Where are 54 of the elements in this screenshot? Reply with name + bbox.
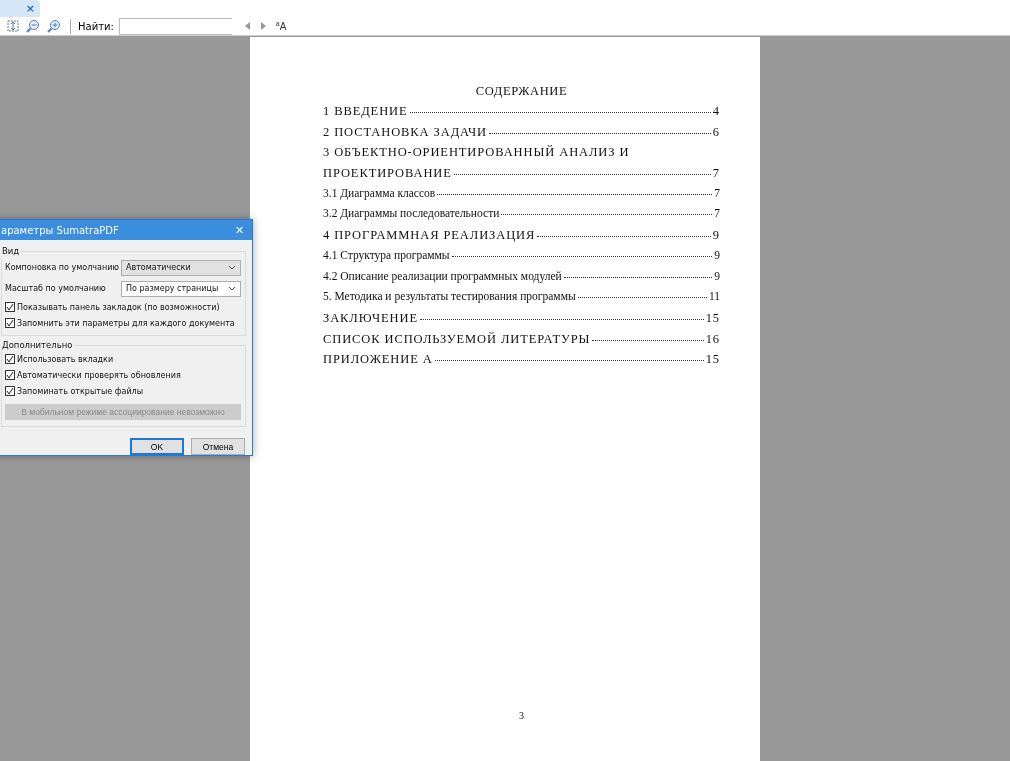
chevron-icon xyxy=(228,286,236,291)
checkbox-label: Запомнить эти параметры для каждого документа xyxy=(17,318,235,328)
toc-entry-title: ПРИЛОЖЕНИЕ А xyxy=(323,352,433,368)
chevron-icon xyxy=(228,265,236,270)
toc-page-number: 9 xyxy=(714,269,720,282)
toc-entry-title: 3.2 Диаграммы последовательности xyxy=(323,207,500,220)
toc-entry-title: 2 ПОСТАНОВКА ЗАДАЧИ xyxy=(323,124,488,140)
checkbox-label: Запоминать открытые файлы xyxy=(17,386,144,396)
checkbox-label: Использовать вкладки xyxy=(17,354,114,364)
checkbox-label: Показывать панель закладок (по возможности) xyxy=(17,302,220,312)
toc-page-number: 6 xyxy=(712,124,720,140)
group-label: Вид xyxy=(1,246,21,256)
toc-page-number: 16 xyxy=(705,331,720,347)
toc-entry-title: СПИСОК ИСПОЛЬЗУЕМОЙ ЛИТЕРАТУРЫ xyxy=(323,331,591,347)
toc-heading: СОДЕРЖАНИЕ xyxy=(474,84,569,99)
checkbox[interactable] xyxy=(5,318,15,328)
group-label: Дополнительно xyxy=(1,340,74,350)
checkbox[interactable] xyxy=(5,370,15,380)
toc-entry-title: 5. Методика и результаты тестирования программы xyxy=(323,290,576,303)
checkbox[interactable] xyxy=(5,386,15,396)
checkbox-label: Автоматически проверять обновления xyxy=(17,370,181,380)
page-number: 3 xyxy=(518,710,525,721)
field-label: Компоновка по умолчанию xyxy=(5,263,120,272)
dialog-button[interactable]: Отмена xyxy=(191,438,245,455)
toc-page-number: 11 xyxy=(708,290,720,303)
toc-entry-title: 4.1 Структура программы xyxy=(323,248,450,261)
zoom-in-icon[interactable] xyxy=(45,19,63,33)
toc-page-number: 9 xyxy=(712,228,720,244)
toc-page-number: 15 xyxy=(705,310,720,326)
toc-entry-title: 3 ОБЪЕКТНО-ОРИЕНТИРОВАННЫЙ АНАЛИЗ И xyxy=(323,145,630,161)
checkbox[interactable] xyxy=(5,354,15,364)
toc-entry-title: 4.2 Описание реализации программных модулей xyxy=(323,269,562,282)
toc-entry-title: 1 ВВЕДЕНИЕ xyxy=(323,104,408,119)
toc-page-number: 7 xyxy=(714,186,720,199)
tab-close-button[interactable]: × xyxy=(0,0,40,17)
match-case-button[interactable]: $^{a}$A xyxy=(275,19,287,33)
toc-page-number: 7 xyxy=(712,166,720,182)
dropdown[interactable]: По размеру страницы xyxy=(121,280,241,297)
toc-page-number: 4 xyxy=(712,104,720,119)
toc-entry-title: ПРОЕКТИРОВАНИЕ xyxy=(323,166,452,182)
find-field[interactable] xyxy=(118,17,232,35)
fit-page-icon[interactable] xyxy=(5,20,21,32)
find-label: Найти: xyxy=(78,20,114,32)
dialog-button[interactable]: OK xyxy=(130,438,184,455)
toc-page-number: 15 xyxy=(705,352,720,368)
checkbox[interactable] xyxy=(5,302,15,312)
zoom-out-icon[interactable] xyxy=(24,19,42,33)
field-label: Масштаб по умолчанию xyxy=(5,284,106,293)
toc-entry-title: 4 ПРОГРАММНАЯ РЕАЛИЗАЦИЯ xyxy=(323,228,536,244)
toc-entry-title: ЗАКЛЮЧЕНИЕ xyxy=(323,310,418,326)
dialog-title: араметры SumatraPDF xyxy=(1,224,119,236)
toc-page-number: 9 xyxy=(714,248,720,261)
toc-page-number: 7 xyxy=(714,207,720,220)
toc-entry-title: 3.1 Диаграмма классов xyxy=(323,186,436,199)
